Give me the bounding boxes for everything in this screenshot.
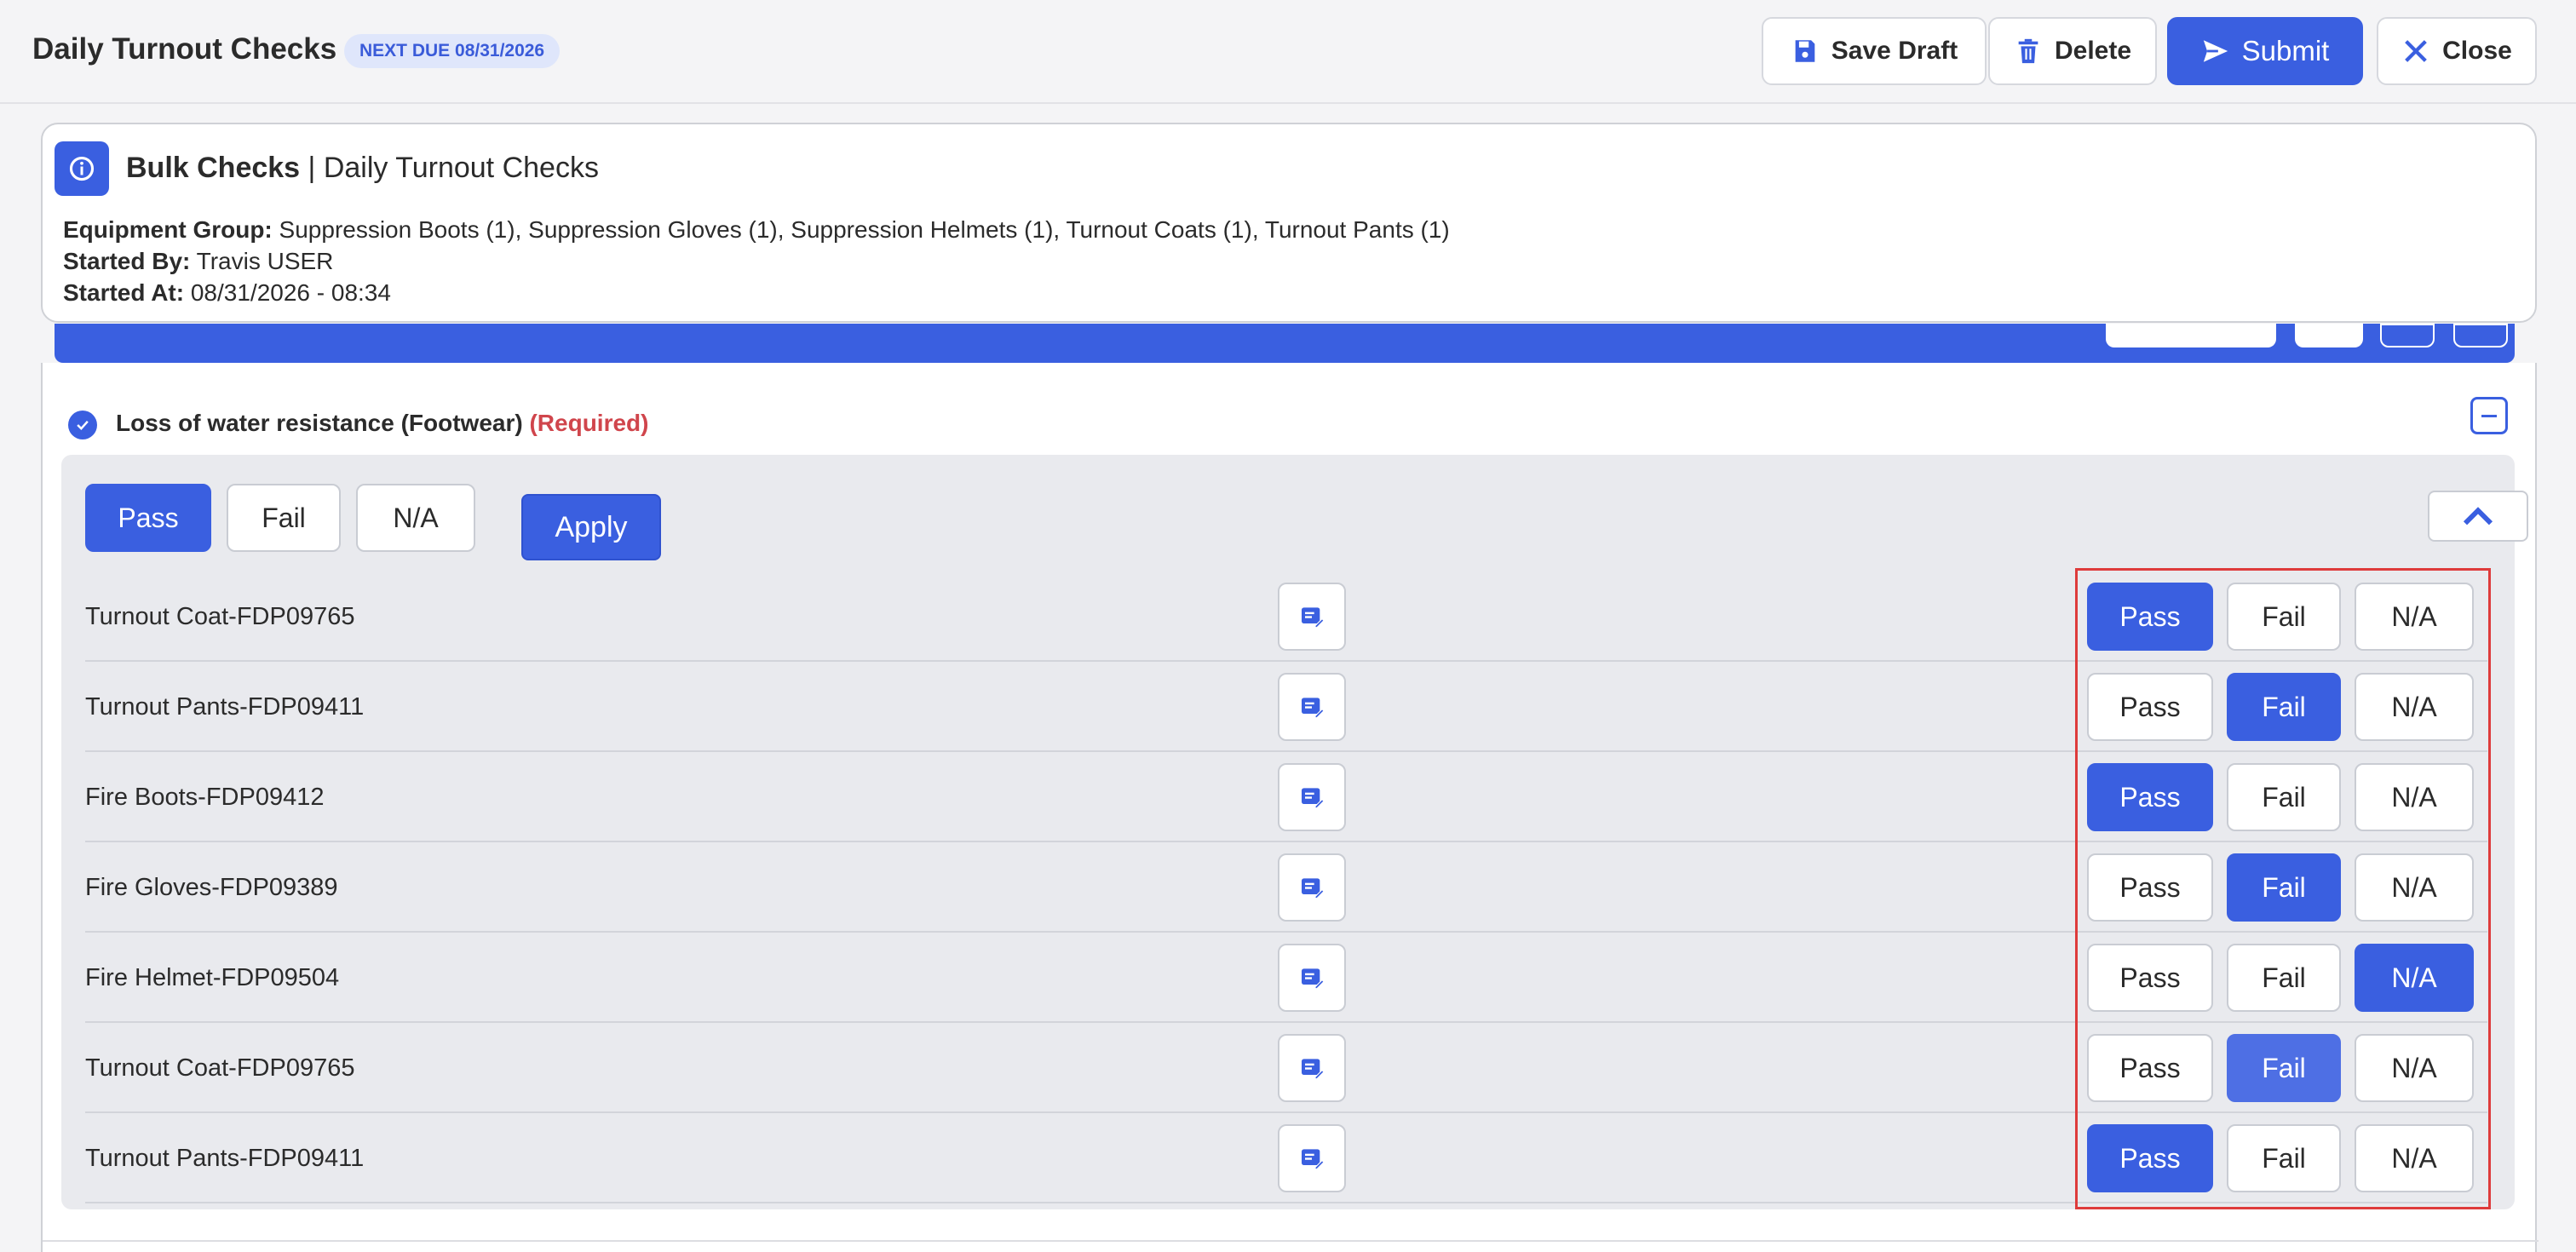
bulk-pass-button[interactable]: Pass (85, 484, 211, 552)
item-label: Fire Boots-FDP09412 (85, 784, 325, 811)
add-note-button[interactable] (1278, 853, 1346, 922)
na-option-button[interactable]: N/A (2355, 583, 2474, 651)
table-row: Turnout Pants-FDP09411 Pass Fail N/A (85, 1113, 2487, 1203)
na-option-button[interactable]: N/A (2355, 1124, 2474, 1192)
info-icon (55, 141, 109, 196)
bulk-na-button[interactable]: N/A (356, 484, 475, 552)
item-label: Fire Gloves-FDP09389 (85, 874, 338, 901)
question-text: Loss of water resistance (Footwear) (Req… (116, 410, 649, 436)
required-label: (Required) (529, 410, 649, 436)
top-bar: Daily Turnout Checks NEXT DUE 08/31/2026… (0, 0, 2576, 104)
item-label: Turnout Coat-FDP09765 (85, 603, 355, 630)
bulk-check-info-card: Bulk Checks | Daily Turnout Checks Equip… (41, 123, 2537, 323)
apply-button[interactable]: Apply (521, 494, 661, 560)
item-label: Turnout Pants-FDP09411 (85, 1145, 365, 1172)
item-label: Fire Helmet-FDP09504 (85, 964, 340, 991)
pass-option-button[interactable]: Pass (2087, 1124, 2213, 1192)
add-note-button[interactable] (1278, 583, 1346, 651)
table-row: Turnout Pants-FDP09411 Pass Fail N/A (85, 662, 2487, 752)
delete-label: Delete (2054, 37, 2132, 65)
note-edit-icon (1302, 968, 1325, 990)
send-icon (2203, 40, 2228, 62)
table-row: Fire Boots-FDP09412 Pass Fail N/A (85, 752, 2487, 842)
na-option-button[interactable]: N/A (2355, 944, 2474, 1012)
fail-option-button[interactable]: Fail (2227, 853, 2341, 922)
submit-label: Submit (2241, 35, 2330, 66)
close-button[interactable]: Close (2377, 17, 2537, 85)
add-note-button[interactable] (1278, 673, 1346, 741)
fail-option-button[interactable]: Fail (2227, 1034, 2341, 1102)
note-edit-icon (1302, 698, 1325, 719)
delete-button[interactable]: Delete (1988, 17, 2157, 85)
na-option-button[interactable]: N/A (2355, 1034, 2474, 1102)
save-draft-button[interactable]: Save Draft (1762, 17, 1987, 85)
fail-option-button[interactable]: Fail (2227, 763, 2341, 831)
bulk-fail-button[interactable]: Fail (227, 484, 341, 552)
next-due-badge: NEXT DUE 08/31/2026 (344, 34, 561, 68)
na-option-button[interactable]: N/A (2355, 763, 2474, 831)
trash-icon (2018, 38, 2038, 64)
pass-option-button[interactable]: Pass (2087, 673, 2213, 741)
submit-button[interactable]: Submit (2167, 17, 2363, 85)
save-icon (1795, 40, 1815, 62)
note-edit-icon (1302, 607, 1325, 629)
fail-option-button[interactable]: Fail (2227, 1124, 2341, 1192)
table-row: Turnout Coat-FDP09765 Pass Fail N/A (85, 571, 2487, 662)
close-icon (2405, 40, 2427, 62)
pass-option-button[interactable]: Pass (2087, 944, 2213, 1012)
fail-option-button[interactable]: Fail (2227, 944, 2341, 1012)
minus-icon (2481, 414, 2497, 417)
note-edit-icon (1302, 788, 1325, 809)
add-note-button[interactable] (1278, 944, 1346, 1012)
started-by: Started By: Travis USER (63, 248, 334, 274)
note-edit-icon (1302, 878, 1325, 899)
na-option-button[interactable]: N/A (2355, 673, 2474, 741)
item-label: Turnout Coat-FDP09765 (85, 1054, 355, 1082)
table-row: Fire Helmet-FDP09504 Pass Fail N/A (85, 933, 2487, 1023)
save-draft-label: Save Draft (1831, 37, 1958, 65)
chevron-up-icon (2463, 507, 2493, 525)
collapse-items-button[interactable] (2428, 491, 2528, 542)
pass-option-button[interactable]: Pass (2087, 583, 2213, 651)
note-edit-icon (1302, 1149, 1325, 1170)
add-note-button[interactable] (1278, 763, 1346, 831)
note-edit-icon (1302, 1059, 1325, 1080)
pass-option-button[interactable]: Pass (2087, 763, 2213, 831)
table-row: Turnout Coat-FDP09765 Pass Fail N/A (85, 1023, 2487, 1113)
add-note-button[interactable] (1278, 1034, 1346, 1102)
na-option-button[interactable]: N/A (2355, 853, 2474, 922)
pass-option-button[interactable]: Pass (2087, 1034, 2213, 1102)
collapse-question-button[interactable] (2470, 397, 2508, 434)
add-note-button[interactable] (1278, 1124, 1346, 1192)
equipment-group: Equipment Group: Suppression Boots (1), … (63, 216, 1450, 243)
started-at: Started At: 08/31/2026 - 08:34 (63, 279, 391, 306)
close-label: Close (2442, 37, 2512, 65)
table-row: Fire Gloves-FDP09389 Pass Fail N/A (85, 842, 2487, 933)
fail-option-button[interactable]: Fail (2227, 673, 2341, 741)
fail-option-button[interactable]: Fail (2227, 583, 2341, 651)
info-title: Bulk Checks | Daily Turnout Checks (126, 152, 599, 184)
page-title: Daily Turnout Checks (32, 32, 337, 66)
check-circle-icon (68, 411, 97, 439)
pass-option-button[interactable]: Pass (2087, 853, 2213, 922)
item-label: Turnout Pants-FDP09411 (85, 693, 365, 721)
